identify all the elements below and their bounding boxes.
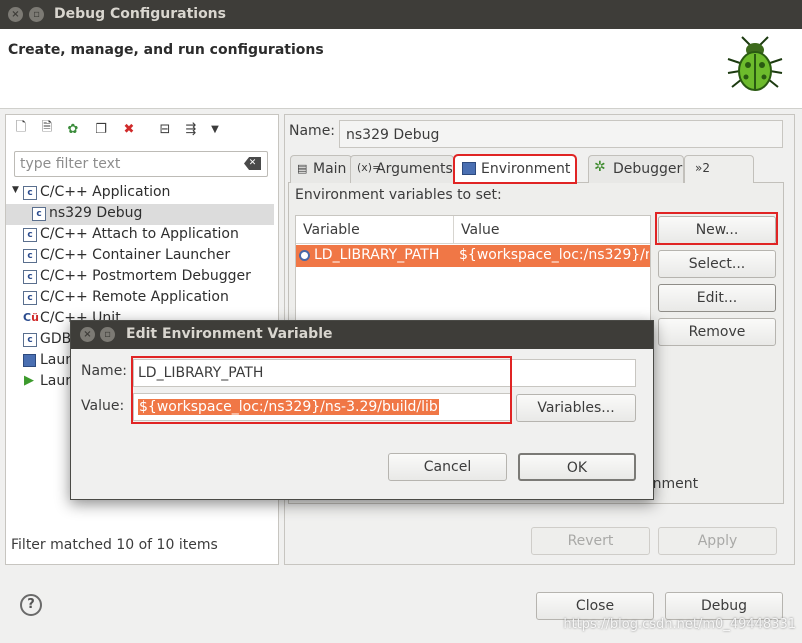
tab-environment[interactable]: Environment xyxy=(453,154,577,184)
column-header-value[interactable]: Value xyxy=(461,222,499,238)
dialog-name-value: LD_LIBRARY_PATH xyxy=(138,365,264,381)
environment-icon xyxy=(462,162,476,175)
c-icon: c xyxy=(32,207,46,221)
cancel-button[interactable]: Cancel xyxy=(388,453,507,481)
ok-button[interactable]: OK xyxy=(518,453,636,481)
tab-label: Main xyxy=(313,161,347,177)
tab-overflow[interactable]: »2 xyxy=(684,155,754,183)
close-button[interactable]: Close xyxy=(536,592,654,620)
tree-item-postmortem[interactable]: c C/C++ Postmortem Debugger xyxy=(6,267,274,288)
column-header-variable[interactable]: Variable xyxy=(303,222,360,238)
tree-item-ns329-debug[interactable]: c ns329 Debug xyxy=(6,204,274,225)
name-label: Name: xyxy=(289,123,336,139)
help-icon[interactable]: ? xyxy=(20,594,42,616)
revert-button[interactable]: Revert xyxy=(531,527,650,555)
delete-config-icon[interactable]: ✖ xyxy=(120,120,138,138)
name-field[interactable]: ns329 Debug xyxy=(339,120,783,148)
tree-item-label: C/C++ Postmortem Debugger xyxy=(40,268,251,284)
expand-arrow-icon[interactable]: ▼ xyxy=(12,185,19,195)
env-var-icon xyxy=(299,250,310,261)
c-icon: c xyxy=(23,186,37,200)
window-titlebar: × ▫ Debug Configurations xyxy=(0,0,802,29)
tree-item-label: C/C++ Attach to Application xyxy=(40,226,239,242)
minimize-window-icon[interactable]: ▫ xyxy=(29,7,44,22)
tree-item-label: Laun xyxy=(40,373,75,389)
tree-item-cpp-application[interactable]: ▼ c C/C++ Application xyxy=(6,183,274,204)
launch-icon: ▶ xyxy=(24,373,34,388)
minimize-dialog-icon[interactable]: ▫ xyxy=(100,327,115,342)
filter-input[interactable]: type filter text ✕ xyxy=(14,151,268,177)
filter-status: Filter matched 10 of 10 items xyxy=(11,537,218,553)
tree-item-label: C/C++ Application xyxy=(40,184,171,200)
tab-label: »2 xyxy=(695,161,710,175)
main-tab-icon: ▤ xyxy=(297,162,308,175)
debugger-bug-icon: ✲ xyxy=(594,159,606,175)
dialog-title: Edit Environment Variable xyxy=(126,326,333,342)
dialog-value-label: Value: xyxy=(81,398,125,414)
column-divider xyxy=(453,216,454,244)
env-vars-label: Environment variables to set: xyxy=(295,187,502,203)
c-icon: c xyxy=(23,249,37,263)
new-config-icon[interactable]: 🗋 xyxy=(12,120,30,138)
close-window-icon[interactable]: × xyxy=(8,7,23,22)
remove-button[interactable]: Remove xyxy=(658,318,776,346)
collapse-all-icon[interactable]: ⊟ xyxy=(156,120,174,138)
c-icon: c xyxy=(23,333,37,347)
launch-group-icon xyxy=(23,354,36,367)
apply-button[interactable]: Apply xyxy=(658,527,777,555)
tree-item-container[interactable]: c C/C++ Container Launcher xyxy=(6,246,274,267)
table-row[interactable]: LD_LIBRARY_PATH ${workspace_loc:/ns329}/… xyxy=(296,245,650,267)
variables-button[interactable]: Variables... xyxy=(516,394,636,422)
dialog-name-label: Name: xyxy=(81,363,128,379)
tree-item-label: C/C++ Remote Application xyxy=(40,289,229,305)
table-header: Variable Value xyxy=(296,216,650,244)
clear-filter-icon[interactable]: ✕ xyxy=(244,157,261,170)
tab-arguments[interactable]: (x)= Arguments xyxy=(350,155,454,183)
dialog-value-selected-text: ${workspace_loc:/ns329}/ns-3.29/build/li… xyxy=(138,399,439,415)
new-button[interactable]: New... xyxy=(658,216,776,244)
window-title: Debug Configurations xyxy=(54,6,226,22)
dialog-titlebar: × ▫ Edit Environment Variable xyxy=(71,321,653,349)
tree-item-remote[interactable]: c C/C++ Remote Application xyxy=(6,288,274,309)
filter-configs-icon[interactable]: ⇶ xyxy=(182,120,200,138)
debug-button[interactable]: Debug xyxy=(665,592,783,620)
new-prototype-icon[interactable]: 🗎 xyxy=(38,120,56,138)
header-text: Create, manage, and run configurations xyxy=(8,42,324,58)
tree-item-attach[interactable]: c C/C++ Attach to Application xyxy=(6,225,274,246)
select-button[interactable]: Select... xyxy=(658,250,776,278)
tab-label: Environment xyxy=(481,161,571,177)
tree-item-label: C/C++ Container Launcher xyxy=(40,247,231,263)
tab-label: Arguments xyxy=(376,161,453,177)
close-dialog-icon[interactable]: × xyxy=(80,327,95,342)
dialog-value-field[interactable]: ${workspace_loc:/ns329}/ns-3.29/build/li… xyxy=(133,393,511,421)
edit-button[interactable]: Edit... xyxy=(658,284,776,312)
export-config-icon[interactable]: ✿ xyxy=(64,120,82,138)
c-icon: c xyxy=(23,270,37,284)
filter-placeholder: type filter text xyxy=(20,156,121,172)
dialog-name-field[interactable]: LD_LIBRARY_PATH xyxy=(133,359,636,387)
cell-variable: LD_LIBRARY_PATH xyxy=(314,247,440,263)
duplicate-config-icon[interactable]: ❐ xyxy=(92,120,110,138)
edit-env-variable-dialog: × ▫ Edit Environment Variable Name: LD_L… xyxy=(70,320,654,500)
tree-item-label: ns329 Debug xyxy=(49,205,143,221)
name-value: ns329 Debug xyxy=(346,127,440,143)
c-icon: c xyxy=(23,228,37,242)
debug-bug-icon xyxy=(727,36,783,91)
tree-item-label: Laun xyxy=(40,352,75,368)
tab-main[interactable]: ▤ Main xyxy=(290,155,352,183)
c-unit-icon: Cü xyxy=(23,311,39,324)
view-menu-chevron-down-icon[interactable]: ▼ xyxy=(206,120,224,138)
dialog-header: Create, manage, and run configurations xyxy=(0,29,802,109)
tree-item-label: GDB xyxy=(40,331,72,347)
tab-debugger[interactable]: ✲ Debugger xyxy=(588,155,684,183)
c-icon: c xyxy=(23,291,37,305)
cell-value: ${workspace_loc:/ns329}/ns xyxy=(459,247,649,263)
tab-label: Debugger xyxy=(613,161,683,177)
watermark: https://blog.csdn.net/m0_49448331 xyxy=(563,617,796,632)
